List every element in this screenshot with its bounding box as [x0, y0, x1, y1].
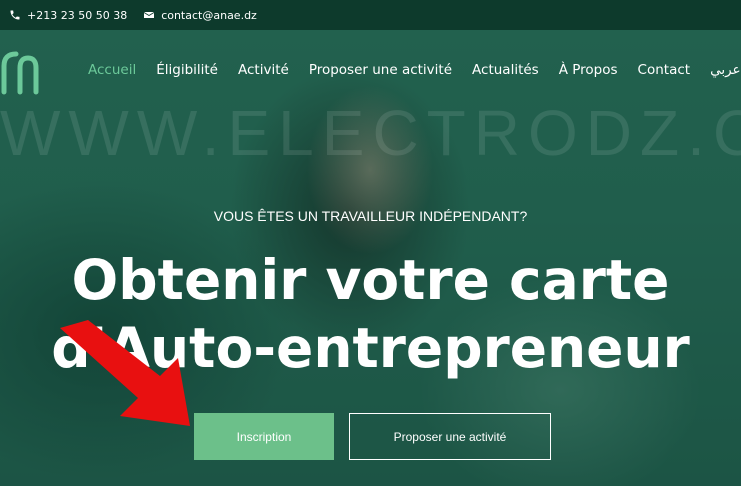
contact-bar: +213 23 50 50 38 contact@anae.dz: [0, 0, 741, 30]
anae-logo[interactable]: [0, 46, 40, 98]
phone-number: +213 23 50 50 38: [27, 8, 128, 22]
nav-a-propos[interactable]: À Propos: [559, 62, 618, 78]
inscription-button[interactable]: Inscription: [194, 413, 334, 460]
red-arrow-icon: [60, 320, 190, 426]
email-item[interactable]: contact@anae.dz: [143, 9, 257, 22]
hero-kicker: VOUS ÊTES UN TRAVAILLEUR INDÉPENDANT?: [213, 208, 528, 224]
nav-proposer-activite[interactable]: Proposer une activité: [309, 62, 452, 78]
nav-accueil[interactable]: Accueil: [88, 62, 136, 78]
nav-contact[interactable]: Contact: [638, 62, 691, 78]
mail-icon: [144, 12, 155, 18]
proposer-activite-button[interactable]: Proposer une activité: [349, 413, 551, 460]
phone-item[interactable]: +213 23 50 50 38: [9, 9, 127, 22]
email-address: contact@anae.dz: [161, 8, 257, 22]
nav-arabic[interactable]: عربي: [710, 62, 741, 78]
nav-eligibilite[interactable]: Éligibilité: [156, 62, 218, 78]
watermark: WWW.ELECTRODZ.COM: [0, 97, 741, 169]
nav-actualites[interactable]: Actualités: [472, 62, 539, 78]
phone-icon: [10, 10, 20, 20]
nav-activite[interactable]: Activité: [238, 62, 289, 78]
headline-line-1: Obtenir votre carte: [71, 248, 670, 312]
main-nav: Accueil Éligibilité Activité Proposer un…: [88, 62, 741, 78]
